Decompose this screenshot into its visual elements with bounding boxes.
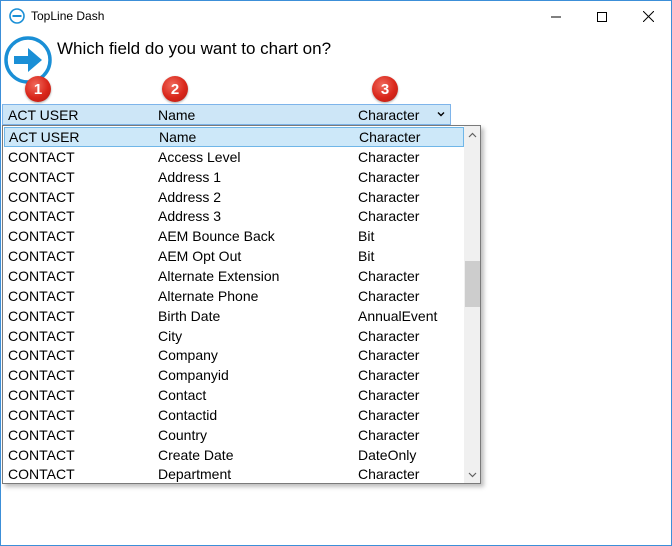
app-window: TopLine Dash Which field do you want to …: [0, 0, 672, 546]
list-item-field: Company: [158, 347, 218, 364]
list-item[interactable]: CONTACT Address 2 Character: [3, 187, 463, 207]
scroll-up-button[interactable]: [464, 126, 480, 143]
list-item[interactable]: CONTACT Birth Date AnnualEvent: [3, 306, 463, 326]
vertical-scrollbar[interactable]: [464, 126, 480, 483]
list-item-table: CONTACT: [8, 426, 75, 443]
list-item-field: Birth Date: [158, 307, 221, 324]
list-item[interactable]: CONTACT AEM Bounce Back Bit: [3, 226, 463, 246]
list-item-field: Department: [158, 466, 232, 483]
list-item[interactable]: CONTACT Company Character: [3, 345, 463, 365]
list-item-type: DateOnly: [358, 446, 417, 463]
list-item-field: Alternate Phone: [158, 287, 259, 304]
list-item[interactable]: CONTACT AEM Opt Out Bit: [3, 246, 463, 266]
list-item-type: Character: [358, 367, 420, 384]
list-item-table: CONTACT: [8, 406, 75, 423]
list-item-type: Character: [358, 466, 420, 483]
maximize-icon: [597, 11, 607, 22]
list-item[interactable]: CONTACT Companyid Character: [3, 365, 463, 385]
list-item-type: Character: [358, 148, 420, 165]
maximize-button[interactable]: [579, 1, 625, 32]
list-item-field: Access Level: [158, 148, 241, 165]
list-item-field: Address 2: [158, 188, 222, 205]
chevron-down-icon: [468, 472, 476, 477]
list-item-type: Character: [358, 208, 420, 225]
list-item-table: CONTACT: [8, 347, 75, 364]
minimize-button[interactable]: [533, 1, 579, 32]
step-badge-1: 1: [25, 76, 51, 102]
combo-type: Character: [358, 107, 420, 123]
list-item-type: Character: [358, 287, 420, 304]
list-item-table: CONTACT: [8, 168, 75, 185]
step-badge-2: 2: [162, 76, 188, 102]
list-item-type: Character: [358, 406, 420, 423]
page-question: Which field do you want to chart on?: [57, 39, 332, 58]
list-item-type: Bit: [358, 248, 375, 265]
list-item-table: CONTACT: [8, 466, 75, 483]
list-item-type: Character: [358, 168, 420, 185]
list-item-type: Bit: [358, 228, 375, 245]
list-item[interactable]: CONTACT Contact Character: [3, 385, 463, 405]
list-item-field: Contact: [158, 387, 207, 404]
list-item-type: AnnualEvent: [358, 307, 438, 324]
combo-table: ACT USER: [8, 107, 79, 123]
field-dropdown-list: CONTACT Department Character CONTACT Create …: [2, 125, 481, 484]
list-item-type: Character: [358, 188, 420, 205]
list-item-field: Country: [158, 426, 208, 443]
list-item-field: Companyid: [158, 367, 229, 384]
list-item-table: CONTACT: [8, 208, 75, 225]
list-item[interactable]: CONTACT Country Character: [3, 425, 463, 445]
list-item-table: CONTACT: [8, 307, 75, 324]
chevron-down-icon[interactable]: [436, 109, 446, 119]
list-item[interactable]: CONTACT Contactid Character: [3, 405, 463, 425]
field-combobox[interactable]: ACT USER Name Character: [2, 104, 451, 125]
list-item-table: ACT USER: [9, 129, 80, 145]
close-icon: [642, 11, 654, 22]
list-item-type: Character: [358, 347, 420, 364]
scroll-thumb[interactable]: [465, 261, 480, 307]
list-item[interactable]: CONTACT City Character: [3, 326, 463, 346]
title-bar: TopLine Dash: [1, 1, 671, 32]
list-item-field: City: [158, 327, 183, 344]
list-item-table: CONTACT: [8, 367, 75, 384]
chevron-up-icon: [468, 132, 476, 137]
step-badge-3: 3: [372, 76, 398, 102]
window-title: TopLine Dash: [31, 9, 105, 23]
list-item-table: CONTACT: [8, 446, 75, 463]
list-item-field: Name: [159, 129, 197, 145]
list-item-table: CONTACT: [8, 327, 75, 344]
list-item-type: Character: [358, 267, 420, 284]
list-item-table: CONTACT: [8, 228, 75, 245]
list-item-type: Character: [358, 327, 420, 344]
minimize-icon: [551, 16, 561, 17]
app-logo-icon: [9, 8, 25, 24]
combo-field: Name: [158, 107, 196, 123]
list-item[interactable]: CONTACT Alternate Phone Character: [3, 286, 463, 306]
list-item-type: Character: [359, 129, 421, 145]
list-item-field: Create Date: [158, 446, 234, 463]
close-button[interactable]: [625, 1, 671, 32]
list-item-field: Address 1: [158, 168, 222, 185]
list-item[interactable]: CONTACT Address 1 Character: [3, 167, 463, 187]
list-item[interactable]: CONTACT Address 3 Character: [3, 206, 463, 226]
scroll-down-button[interactable]: [464, 466, 480, 483]
list-item-field: AEM Opt Out: [158, 248, 242, 265]
list-item-type: Character: [358, 426, 420, 443]
list-item[interactable]: CONTACT Department Character: [3, 464, 463, 483]
list-item-type: Character: [358, 387, 420, 404]
list-item-table: CONTACT: [8, 267, 75, 284]
list-item-field: Alternate Extension: [158, 267, 280, 284]
list-item[interactable]: CONTACT Access Level Character: [3, 147, 463, 167]
list-item-table: CONTACT: [8, 387, 75, 404]
list-item[interactable]: ACT USER Name Character: [4, 127, 464, 147]
list-item[interactable]: CONTACT Create Date DateOnly: [3, 445, 463, 465]
list-item-field: AEM Bounce Back: [158, 228, 275, 245]
list-item-field: Contactid: [158, 406, 218, 423]
list-item-table: CONTACT: [8, 188, 75, 205]
list-item-table: CONTACT: [8, 248, 75, 265]
list-item-field: Address 3: [158, 208, 222, 225]
list-item[interactable]: CONTACT Alternate Extension Character: [3, 266, 463, 286]
list-item-table: CONTACT: [8, 287, 75, 304]
list-item-table: CONTACT: [8, 148, 75, 165]
